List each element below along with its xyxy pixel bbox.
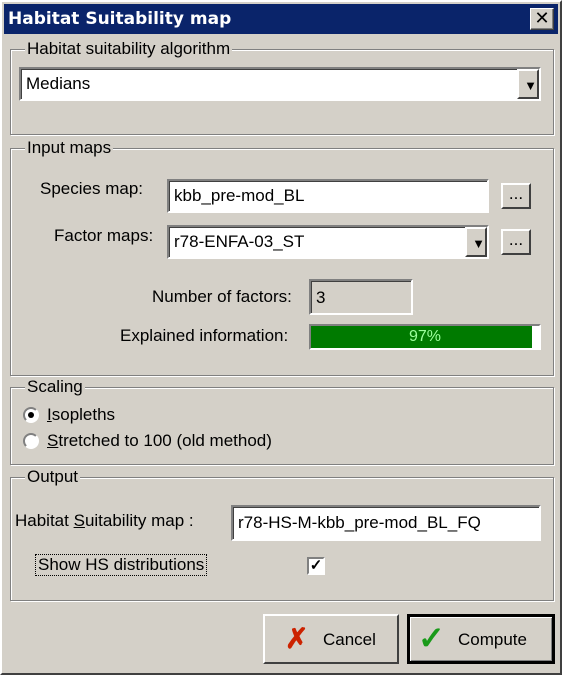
species-browse-button[interactable]: ... (501, 183, 531, 209)
isopleths-label-rest: sopleths (51, 405, 116, 424)
explained-information-bar: 97% (309, 324, 541, 350)
factor-maps-label: Factor maps: (54, 226, 154, 245)
output-legend: Output (25, 467, 81, 487)
cancel-icon: ✗ (285, 623, 309, 654)
number-of-factors-label: Number of factors: (152, 287, 292, 306)
algorithm-group: Habitat suitability algorithm Medians ▼ (10, 39, 554, 135)
close-button[interactable]: ✕ (530, 8, 554, 30)
species-map-label: Species map: (40, 179, 143, 198)
algorithm-dropdown-button[interactable]: ▼ (517, 69, 539, 99)
title-bar[interactable]: Habitat Suitability map ✕ (4, 4, 558, 34)
hs-map-field[interactable]: r78-HS-M-kbb_pre-mod_BL_FQ (231, 505, 541, 541)
cancel-button[interactable]: ✗ Cancel (263, 614, 399, 664)
scaling-group: Scaling Isopleths Stretched to 100 (old … (10, 377, 554, 465)
compute-button[interactable]: ✓ Compute (407, 614, 555, 664)
scaling-legend: Scaling (25, 377, 85, 397)
stretched-label[interactable]: Stretched to 100 (old method) (47, 430, 272, 452)
algorithm-selected-value: Medians (26, 74, 91, 93)
stretched-radio[interactable] (23, 433, 39, 449)
output-group: Output Habitat Suitability map : r78-HS-… (10, 467, 554, 601)
input-maps-legend: Input maps (25, 138, 114, 158)
factor-maps-select[interactable]: r78-ENFA-03_ST ▼ (167, 225, 489, 259)
close-icon: ✕ (534, 8, 550, 29)
dialog-window: Habitat Suitability map ✕ Habitat suitab… (0, 0, 562, 675)
factor-maps-dropdown-button[interactable]: ▼ (465, 227, 487, 257)
ellipsis-icon: ... (508, 230, 524, 249)
isopleths-label[interactable]: Isopleths (47, 404, 115, 426)
window-title: Habitat Suitability map (8, 9, 232, 29)
factor-maps-value: r78-ENFA-03_ST (174, 232, 305, 251)
chevron-down-icon: ▼ (472, 236, 485, 251)
explained-information-label: Explained information: (120, 326, 289, 345)
algorithm-legend: Habitat suitability algorithm (25, 39, 233, 59)
input-maps-group: Input maps Species map: kbb_pre-mod_BL .… (10, 138, 554, 376)
number-of-factors-value: 3 (316, 288, 326, 307)
stretched-label-rest: tretched to 100 (old method) (58, 431, 272, 450)
algorithm-select[interactable]: Medians ▼ (19, 67, 541, 101)
checkmark-icon: ✓ (418, 620, 445, 656)
checkmark-icon: ✓ (309, 557, 323, 574)
ellipsis-icon: ... (508, 184, 524, 203)
show-hs-label[interactable]: Show HS distributions (35, 554, 208, 576)
hs-map-value: r78-HS-M-kbb_pre-mod_BL_FQ (238, 513, 481, 532)
isopleths-radio[interactable] (23, 407, 39, 423)
hs-map-label: Habitat Suitability map : (15, 511, 194, 530)
explained-information-percent: 97% (408, 328, 442, 345)
species-map-field[interactable]: kbb_pre-mod_BL (167, 179, 489, 213)
compute-button-label: Compute (458, 630, 527, 649)
show-hs-checkbox[interactable]: ✓ (307, 557, 325, 575)
chevron-down-icon: ▼ (524, 78, 537, 93)
factor-browse-button[interactable]: ... (501, 229, 531, 255)
number-of-factors-field: 3 (309, 279, 413, 315)
species-map-value: kbb_pre-mod_BL (174, 186, 305, 205)
cancel-button-label: Cancel (323, 630, 376, 649)
